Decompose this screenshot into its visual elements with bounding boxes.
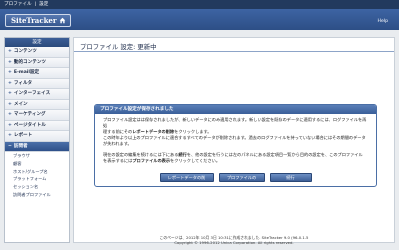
sidebar-item-label: メイン bbox=[13, 101, 28, 107]
help-link[interactable]: Help bbox=[378, 19, 388, 24]
sidebar-item-main[interactable]: + メイン bbox=[5, 99, 69, 110]
collapse-icon: − bbox=[8, 143, 12, 149]
app-header: SiteTracker Help bbox=[0, 9, 399, 30]
expand-icon: + bbox=[8, 133, 12, 138]
sidebar-item-label: ページタイトル bbox=[13, 122, 46, 128]
settings-sidebar: 設定 + コンテンツ + 動的コンテンツ + E-mail設定 + フィルタ + インター… bbox=[4, 37, 70, 243]
sidebar-item-visitors[interactable]: − 訪問者 bbox=[5, 141, 69, 152]
saved-notice-dialog: プロファイル設定が保存されました プロファイル設定はは保存されましたが、新しいデ… bbox=[94, 104, 377, 187]
dialog-emphasis: レポートデータの削除 bbox=[132, 129, 175, 134]
sidebar-item-label: インターフェイス bbox=[13, 91, 51, 96]
dialog-text: プロファイル設定はは保存されましたが、新しいデータにのみ適用されます。新しい設定… bbox=[103, 117, 367, 128]
delete-report-data-button[interactable]: レポートデータの削除 bbox=[159, 173, 214, 186]
page-title: プロファイル 設定: 更新中 bbox=[80, 43, 157, 51]
page-footer: このページは、2012年 10月 3日 10:31に作成されました. SiteT… bbox=[73, 235, 395, 246]
expand-icon: + bbox=[8, 101, 12, 107]
footer-copyright: Copyright © 1996-2012 Unica Corporation.… bbox=[174, 239, 294, 245]
dialog-text: 理する前にその bbox=[103, 129, 133, 134]
dialog-paragraph-1: プロファイル設定はは保存されましたが、新しいデータにのみ適用されます。新しい設定… bbox=[103, 117, 370, 147]
sidebar-subitem-session-name[interactable]: セッション名 bbox=[5, 183, 69, 191]
dialog-text: 現在の設定の編集を続けるには下にある bbox=[103, 152, 179, 157]
sidebar-subitem-host-group[interactable]: ホスト/グループ名 bbox=[5, 168, 69, 176]
dialog-heading: プロファイル設定が保存されました bbox=[95, 105, 376, 114]
sidebar-item-marketing[interactable]: + マーケティング bbox=[5, 110, 69, 121]
expand-icon: + bbox=[8, 91, 12, 96]
expand-icon: + bbox=[8, 70, 12, 75]
dialog-text: をクリックしてください。 bbox=[170, 158, 221, 163]
nav-separator: | bbox=[34, 2, 37, 7]
sidebar-item-email[interactable]: + E-mail設定 bbox=[5, 68, 69, 79]
nav-profile-link[interactable]: プロファイル bbox=[4, 0, 32, 9]
sidebar-item-content[interactable]: + コンテンツ bbox=[5, 47, 69, 58]
dialog-text: が失われます。 bbox=[103, 141, 132, 146]
home-icon[interactable] bbox=[59, 17, 66, 24]
sidebar-item-label: 動的コンテンツ bbox=[13, 59, 47, 65]
sidebar-item-report[interactable]: + レポート bbox=[5, 131, 69, 142]
sidebar-item-dynamic-content[interactable]: + 動的コンテンツ bbox=[5, 57, 69, 68]
app-logo[interactable]: SiteTracker bbox=[5, 14, 71, 27]
sidebar-item-label: E-mail設定 bbox=[13, 70, 40, 75]
sidebar-item-interface[interactable]: + インターフェイス bbox=[5, 89, 69, 100]
dialog-text: をクリックします。 bbox=[174, 129, 212, 134]
dialog-text: この時年より以上のプロファイルに適合するすべてのデータが削除されます。過去のログ… bbox=[103, 135, 366, 140]
sidebar-item-page-title[interactable]: + ページタイトル bbox=[5, 120, 69, 131]
expand-icon: + bbox=[8, 59, 12, 65]
sidebar-subitem-visitor-profile[interactable]: 訪問者プロファイル bbox=[5, 191, 69, 199]
continue-button[interactable]: 続行 bbox=[269, 173, 312, 182]
dialog-button-row: レポートデータの削除 プロファイルの表示 続行 bbox=[95, 173, 376, 186]
expand-icon: + bbox=[8, 80, 12, 86]
sidebar-subitem-customer[interactable]: 顧客 bbox=[5, 160, 69, 168]
sidebar-subitem-platform[interactable]: プラットフォーム bbox=[5, 175, 69, 183]
expand-icon: + bbox=[8, 112, 12, 117]
expand-icon: + bbox=[8, 49, 12, 54]
title-divider bbox=[74, 51, 394, 52]
sidebar-header: 設定 bbox=[5, 38, 69, 47]
dialog-emphasis: 続行 bbox=[178, 152, 187, 157]
sidebar-item-label: レポート bbox=[13, 133, 33, 138]
dialog-paragraph-2: 現在の設定の編集を続けるには下にある続行を、他の設定を行うには左のパネルにある設… bbox=[103, 152, 370, 164]
sidebar-item-label: マーケティング bbox=[13, 112, 46, 117]
dialog-text: を表示するには bbox=[103, 158, 133, 163]
logo-text: SiteTracker bbox=[11, 16, 57, 25]
sidebar-item-label: コンテンツ bbox=[13, 49, 37, 54]
top-nav-strip: プロファイル | 設定 bbox=[0, 0, 399, 9]
sidebar-item-label: フィルタ bbox=[13, 80, 33, 86]
sidebar-item-label: 訪問者 bbox=[13, 143, 28, 149]
sidebar-subitem-browser[interactable]: ブラウザ bbox=[5, 152, 69, 160]
dialog-emphasis: プロファイルの表示 bbox=[132, 158, 171, 163]
dialog-text: を、他の設定を行うには左のパネルにある設定項目一覧から目的の設定を、このプロファ… bbox=[186, 152, 363, 157]
main-panel: プロファイル 設定: 更新中 プロファイル設定が保存されました プロファイル設定… bbox=[73, 37, 395, 243]
view-profile-button[interactable]: プロファイルの表示 bbox=[218, 173, 265, 186]
nav-settings-link[interactable]: 設定 bbox=[39, 0, 48, 9]
expand-icon: + bbox=[8, 122, 12, 128]
sidebar-item-filter[interactable]: + フィルタ bbox=[5, 78, 69, 89]
dialog-body: プロファイル設定はは保存されましたが、新しいデータにのみ適用されます。新しい設定… bbox=[95, 114, 376, 164]
